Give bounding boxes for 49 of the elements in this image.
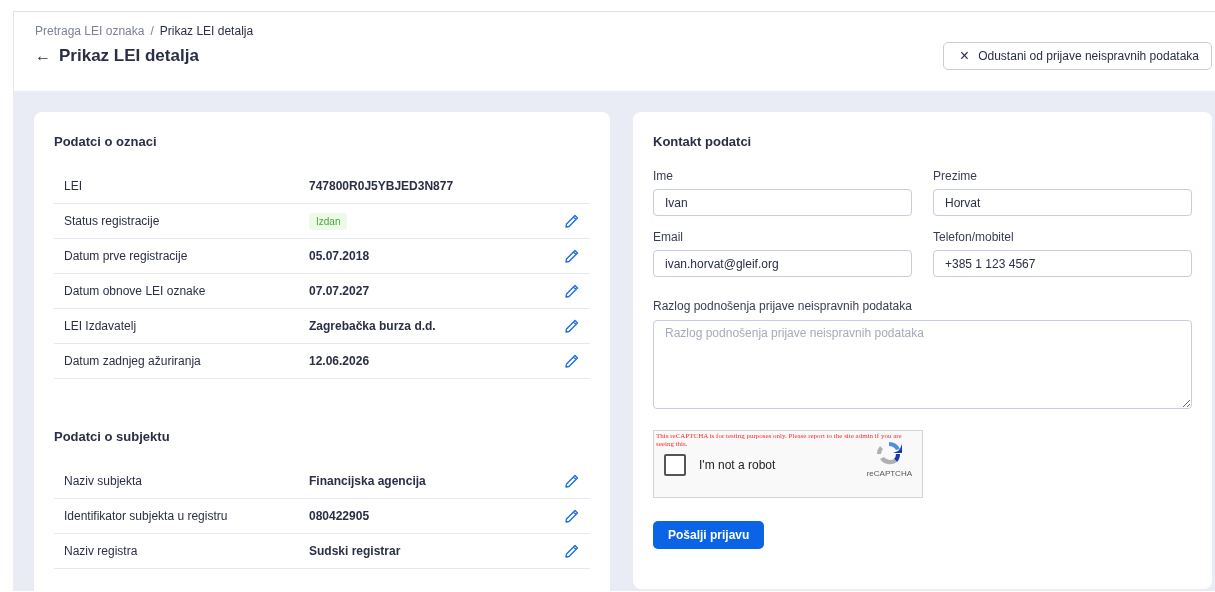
field-label: Email — [653, 230, 684, 244]
field-label: Datum prve registracije — [64, 249, 189, 263]
current-page-crumb: Prikaz LEI detalja — [159, 24, 254, 38]
breadcrumb-separator: / — [150, 24, 154, 38]
field-label: Status registracije — [64, 214, 161, 228]
input-field[interactable]: ivan.horvat@gleif.org — [653, 250, 912, 277]
field-label: Prezime — [933, 169, 978, 183]
field-value: Zagrebačka burza d.d. — [309, 319, 436, 333]
edit-pencil-icon[interactable] — [564, 283, 580, 299]
captcha-label: I'm not a robot — [699, 457, 777, 472]
field-value: 07.07.2027 — [309, 284, 370, 298]
field-value: Financijska agencija — [309, 474, 426, 488]
back-button[interactable]: ← — [35, 47, 51, 65]
field-value: 080422905 — [309, 509, 370, 523]
edit-pencil-icon[interactable] — [564, 508, 580, 524]
edit-pencil-icon[interactable] — [564, 473, 580, 489]
edit-pencil-icon[interactable] — [564, 248, 580, 264]
field-label: LEI Izdavatelj — [64, 319, 138, 333]
field-value: 12.06.2026 — [309, 354, 370, 368]
edit-pencil-icon[interactable] — [564, 213, 580, 229]
field-label: Datum obnove LEI oznake — [64, 284, 207, 298]
status-badge: Izdan — [309, 213, 348, 230]
section-title: Kontakt podatci — [653, 134, 753, 149]
submit-button[interactable]: Pošalji prijavu — [653, 521, 765, 549]
field-label: Telefon/mobitel — [933, 230, 1015, 244]
field-label: Identifikator subjekta u registru — [64, 509, 229, 523]
field-label: Razlog podnošenja prijave neispravnih podataka — [653, 299, 913, 313]
section-title: Podatci o subjektu — [54, 429, 171, 444]
input-field[interactable]: Horvat — [933, 189, 1192, 216]
field-label: Datum zadnjeg ažuriranja — [64, 354, 202, 368]
cancel-button[interactable]: × Odustani od prijave neispravnih podataka — [942, 42, 1212, 70]
captcha-checkbox[interactable] — [664, 453, 686, 476]
reason-textarea[interactable]: Razlog podnošenja prijave neispravnih podataka — [653, 320, 1192, 409]
field-value: 747800R0J5YBJED3N877 — [309, 179, 454, 193]
edit-pencil-icon[interactable] — [564, 353, 580, 369]
edit-pencil-icon[interactable] — [564, 543, 580, 559]
input-field[interactable]: +385 1 123 4567 — [933, 250, 1192, 277]
field-label: Naziv subjekta — [64, 474, 144, 488]
captcha-brand: reCAPTCHA — [866, 469, 912, 478]
field-value: 05.07.2018 — [309, 249, 370, 263]
page-title: Prikaz LEI detalja — [59, 46, 199, 66]
breadcrumb-link[interactable]: Pretraga LEI oznaka — [35, 24, 145, 38]
edit-pencil-icon[interactable] — [564, 318, 580, 334]
field-value: Sudski registrar — [309, 544, 401, 558]
input-field[interactable]: Ivan — [653, 189, 912, 216]
field-label: Ime — [653, 169, 674, 183]
section-title: Podatci o oznaci — [54, 134, 158, 149]
field-label: Naziv registra — [64, 544, 139, 558]
field-label: LEI — [64, 179, 83, 193]
